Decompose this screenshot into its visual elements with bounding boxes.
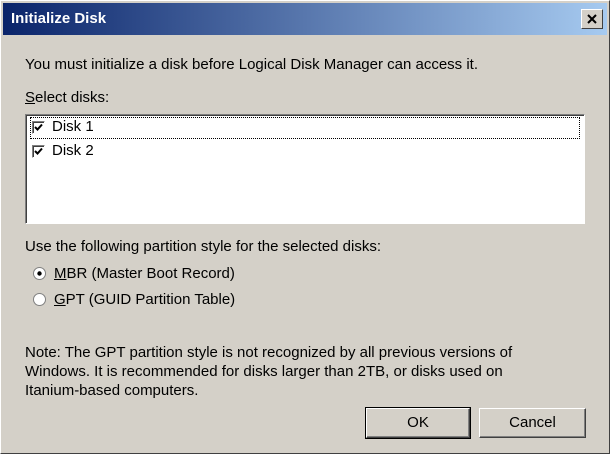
mbr-accel: M (54, 265, 67, 282)
intro-text: You must initialize a disk before Logica… (25, 56, 479, 73)
cancel-button[interactable]: Cancel (479, 408, 586, 438)
gpt-radio-icon[interactable] (33, 293, 46, 306)
disk-listbox[interactable]: Disk 1 Disk 2 (25, 114, 585, 224)
note-line-3: Itanium-based computers. (25, 382, 199, 399)
disk-2-checkbox[interactable] (32, 145, 45, 158)
note-line-1: Note: The GPT partition style is not rec… (25, 344, 513, 361)
gpt-label: GPT (GUID Partition Table) (54, 291, 235, 308)
initialize-disk-dialog: Initialize Disk You must initialize a di… (0, 0, 610, 454)
partition-style-label: Use the following partition style for th… (25, 238, 382, 255)
gpt-label-rest: PT (GUID Partition Table) (65, 291, 236, 308)
mbr-radio-icon[interactable] (33, 267, 46, 280)
title-bar[interactable]: Initialize Disk (3, 3, 607, 35)
mbr-label-rest: BR (Master Boot Record) (66, 265, 235, 282)
mbr-label: MBR (Master Boot Record) (54, 265, 235, 282)
disk-2-label: Disk 2 (52, 142, 94, 159)
select-disks-label: Select disks: (25, 89, 109, 106)
dialog-title: Initialize Disk (11, 10, 107, 27)
ok-button[interactable]: OK (365, 407, 471, 439)
close-button[interactable] (581, 9, 603, 29)
disk-list-item[interactable]: Disk 1 (30, 117, 580, 139)
gpt-accel: G (54, 291, 66, 308)
disk-list-item[interactable]: Disk 2 (30, 141, 580, 163)
disk-1-label: Disk 1 (52, 118, 94, 135)
note-line-2: Windows. It is recommended for disks lar… (25, 363, 503, 380)
check-icon (34, 123, 43, 131)
close-icon (587, 14, 597, 24)
disk-1-checkbox[interactable] (32, 121, 45, 134)
select-disks-accel: S (25, 89, 36, 106)
check-icon (34, 147, 43, 155)
select-disks-label-rest: elect disks: (35, 89, 110, 106)
